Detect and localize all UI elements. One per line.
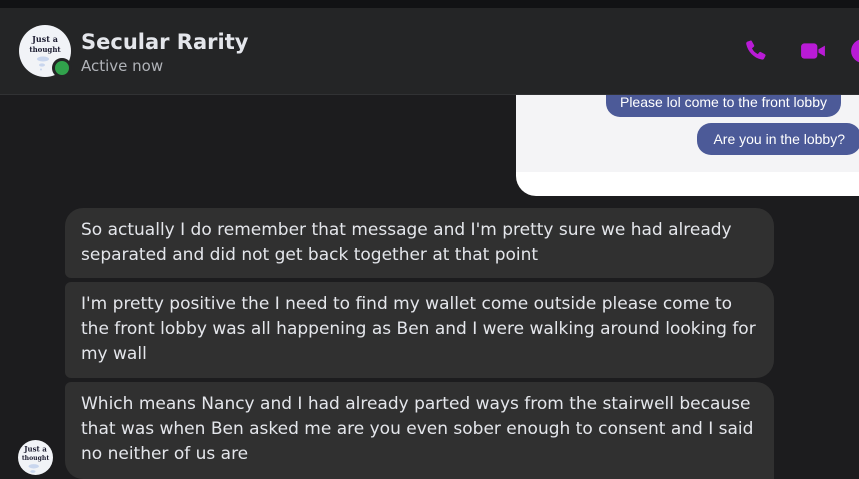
audio-call-button[interactable] (743, 38, 769, 64)
attachment-message: Please lol come to the front lobby (605, 95, 841, 117)
window-top-strip (0, 0, 859, 8)
incoming-message[interactable]: Which means Nancy and I had already part… (65, 382, 774, 479)
screenshot-content: Please lol come to the front lobby Are y… (516, 95, 859, 172)
svg-text:Just a: Just a (23, 444, 47, 453)
incoming-message[interactable]: I'm pretty positive the I need to find m… (65, 282, 774, 378)
video-camera-icon (801, 43, 825, 59)
sender-avatar[interactable]: Just a thought (18, 440, 53, 475)
attachment-message: Are you in the lobby? (697, 123, 859, 155)
svg-text:thought: thought (29, 45, 61, 54)
message-thread[interactable]: Please lol come to the front lobby Are y… (0, 95, 859, 479)
contact-name[interactable]: Secular Rarity (81, 30, 248, 54)
incoming-message[interactable]: So actually I do remember that message a… (65, 208, 774, 278)
svg-text:thought: thought (22, 455, 49, 462)
conversation-info-button[interactable] (850, 38, 859, 64)
active-status-text: Active now (81, 57, 164, 75)
info-icon (851, 39, 859, 63)
video-call-button[interactable] (800, 38, 826, 64)
conversation-header: Just a thought Secular Rarity Active now (0, 8, 859, 95)
avatar-thought-cloud-image: Just a thought (22, 444, 49, 473)
online-status-dot (52, 58, 72, 78)
screenshot-attachment[interactable]: Please lol come to the front lobby Are y… (516, 95, 859, 196)
svg-text:Just a: Just a (31, 34, 58, 44)
phone-icon (746, 40, 766, 60)
